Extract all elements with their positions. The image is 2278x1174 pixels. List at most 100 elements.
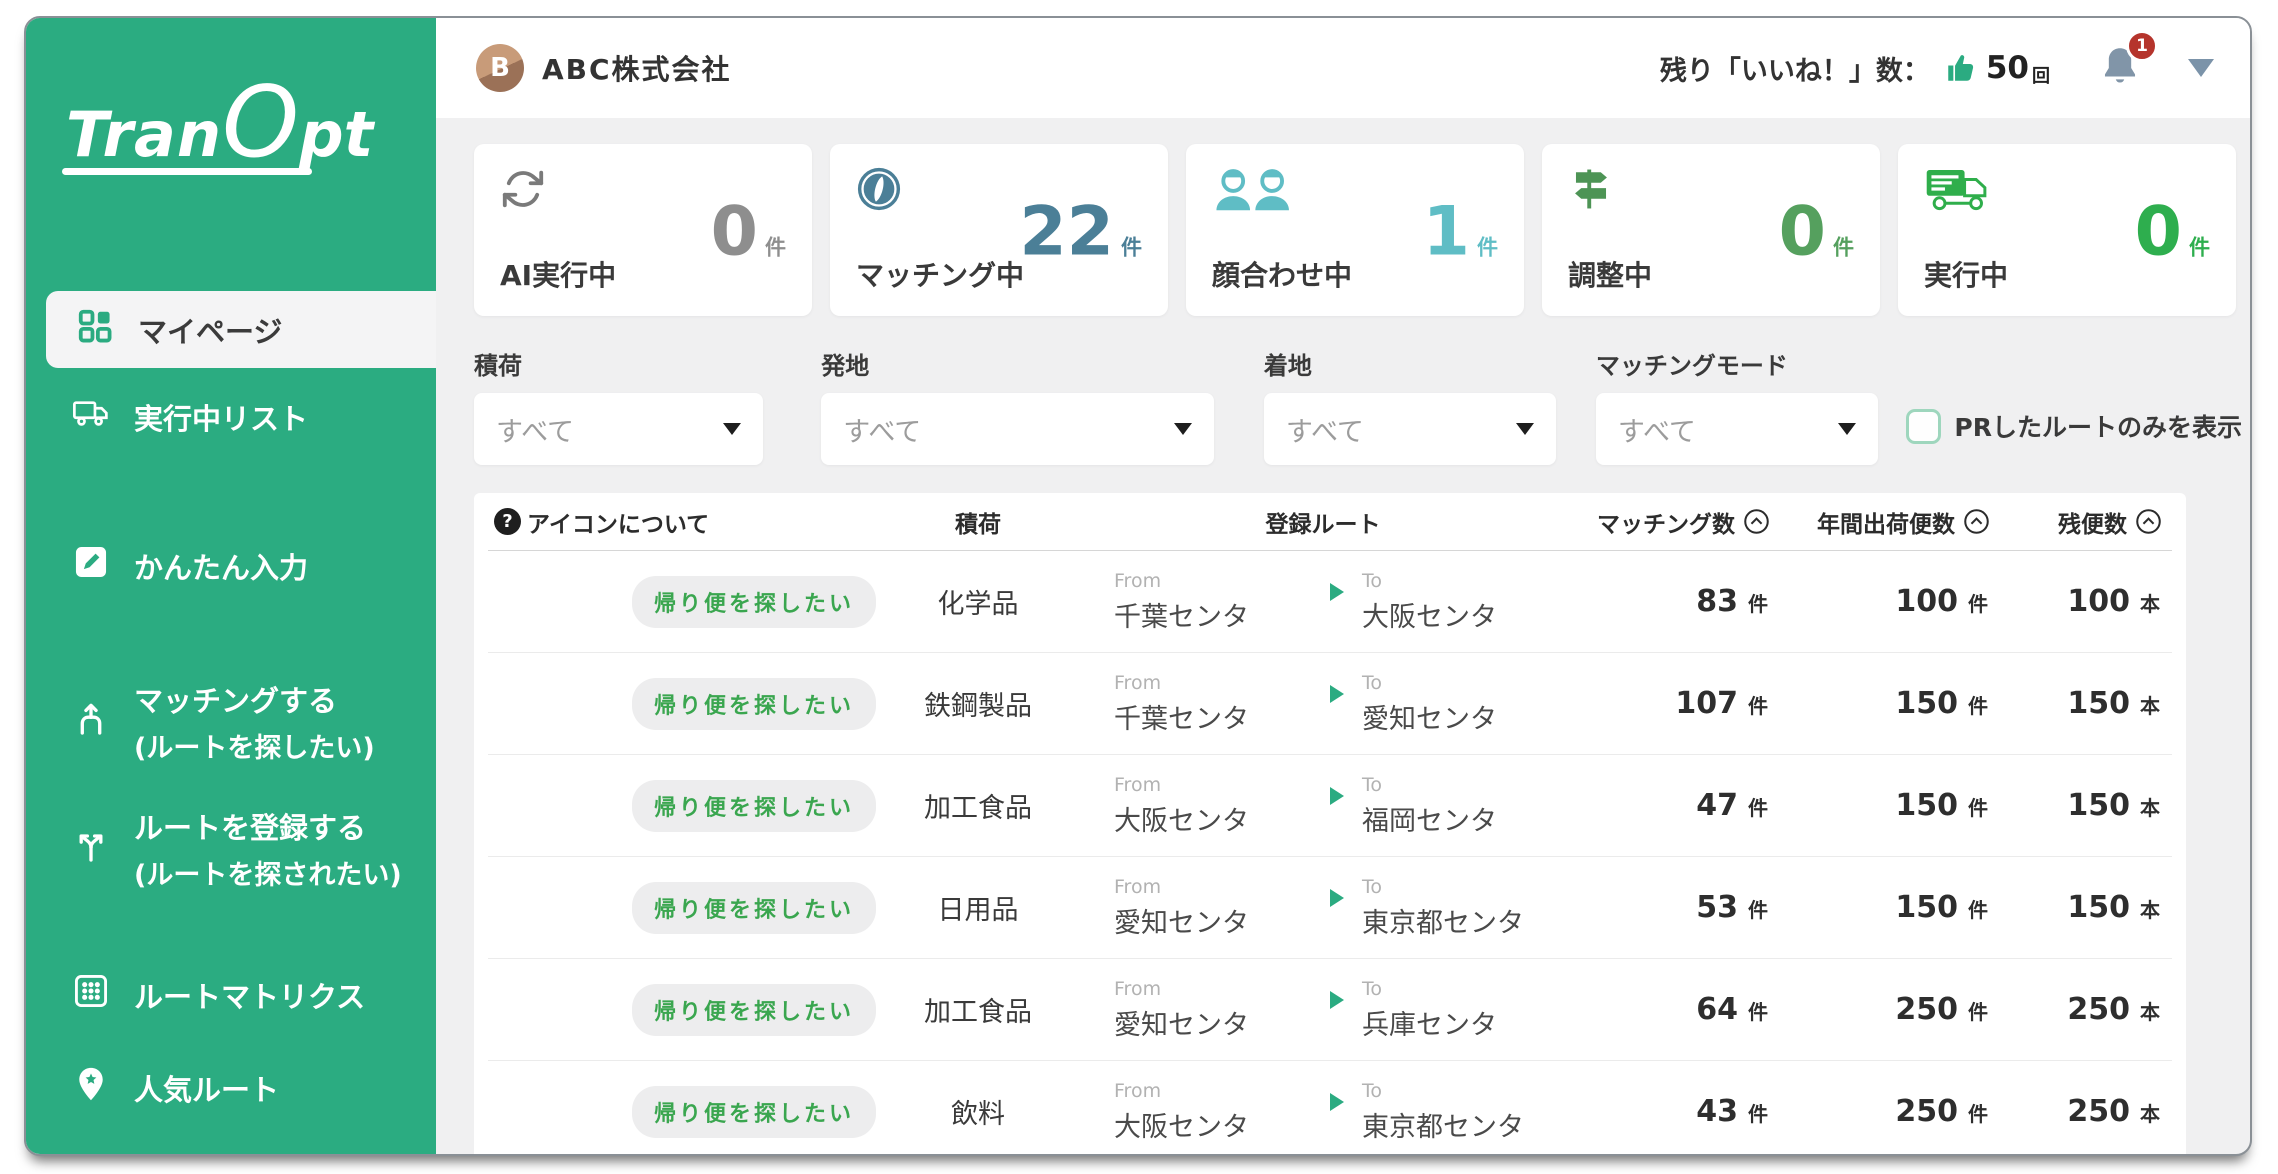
- route-arrow-icon: [1330, 583, 1344, 601]
- company-avatar: B: [476, 44, 524, 92]
- route-arrow-icon: [1330, 991, 1344, 1009]
- sidebar-item-label: マッチングする: [134, 684, 337, 718]
- sort-chevron-icon[interactable]: [1963, 508, 1990, 535]
- status-badge: 帰り便を探したい: [632, 882, 876, 934]
- annual-value: 150: [1895, 686, 1958, 721]
- chevron-down-icon: [1516, 423, 1534, 435]
- sidebar-item-running-list[interactable]: 実行中リスト: [26, 378, 436, 455]
- route-to: 大阪センタ: [1362, 595, 1578, 634]
- status-card-label: AI実行中: [500, 254, 616, 294]
- matrix-grid-icon: [72, 972, 110, 1017]
- bell-icon: [2098, 73, 2142, 92]
- route-from: 千葉センタ: [1114, 697, 1330, 736]
- route-to: 愛知センタ: [1362, 697, 1578, 736]
- status-card-unit: 件: [2189, 232, 2210, 262]
- truck-icon: [72, 394, 110, 439]
- sidebar-item-label: かんたん入力: [134, 545, 308, 587]
- status-card-value: 0: [1779, 199, 1826, 267]
- filter-bar: 積荷 すべて 発地 すべて 着地 すべて マッチングモード すべて PRし: [474, 346, 2242, 465]
- column-header-cargo: 積荷: [888, 505, 1068, 539]
- column-header-icon-info: アイコンについて: [527, 505, 709, 539]
- sidebar-item-popular-routes[interactable]: 人気ルート: [26, 1049, 436, 1126]
- status-badge: 帰り便を探したい: [632, 678, 876, 730]
- top-bar: B ABC株式会社 残り「いいね！」数： 50 回 1: [436, 18, 2250, 118]
- matching-mode-select[interactable]: すべて: [1596, 393, 1879, 465]
- table-row[interactable]: 帰り便を探したい 加工食品 From大阪センタ To福岡センタ 47件 150件…: [488, 755, 2172, 857]
- cargo-cell: 飲料: [888, 1092, 1068, 1131]
- route-to: 東京都センタ: [1362, 1105, 1578, 1144]
- origin-select[interactable]: すべて: [821, 393, 1214, 465]
- status-card-value: 0: [2135, 199, 2182, 267]
- route-arrow-icon: [1330, 787, 1344, 805]
- route-arrow-icon: [1330, 685, 1344, 703]
- status-card-adjusting[interactable]: 調整中 0件: [1542, 144, 1880, 316]
- table-row[interactable]: 帰り便を探したい 日用品 From愛知センタ To東京都センタ 53件 150件…: [488, 857, 2172, 959]
- sort-chevron-icon[interactable]: [2135, 508, 2162, 535]
- matches-value: 64: [1696, 992, 1738, 1027]
- remaining-value: 250: [2067, 992, 2130, 1027]
- filter-label: 着地: [1264, 346, 1556, 381]
- table-header-row: ? アイコンについて 積荷 登録ルート マッチング数 年間出荷便数 残便数: [488, 493, 2172, 551]
- sidebar-item-label: 人気ルート: [134, 1067, 279, 1109]
- account-menu-caret-icon[interactable]: [2188, 59, 2214, 77]
- table-row[interactable]: 帰り便を探したい 飲料 From大阪センタ To東京都センタ 43件 250件 …: [488, 1061, 2172, 1154]
- status-badge: 帰り便を探したい: [632, 780, 876, 832]
- status-card-executing[interactable]: 実行中 0件: [1898, 144, 2236, 316]
- route-cell: From千葉センタ To大阪センタ: [1068, 570, 1578, 634]
- chevron-down-icon: [1838, 423, 1856, 435]
- cargo-cell: 加工食品: [888, 786, 1068, 825]
- help-icon[interactable]: ?: [494, 508, 521, 535]
- company-name: ABC株式会社: [542, 48, 732, 88]
- table-row[interactable]: 帰り便を探したい 鉄鋼製品 From千葉センタ To愛知センタ 107件 150…: [488, 653, 2172, 755]
- route-arrow-icon: [1330, 1093, 1344, 1111]
- status-card-unit: 件: [1833, 232, 1854, 262]
- table-row[interactable]: 帰り便を探したい 加工食品 From愛知センタ To兵庫センタ 64件 250件…: [488, 959, 2172, 1061]
- annual-value: 250: [1895, 992, 1958, 1027]
- status-card-unit: 件: [765, 232, 786, 262]
- status-card-label: 実行中: [1924, 254, 2008, 294]
- notification-badge: 1: [2126, 30, 2158, 62]
- route-cell: From千葉センタ To愛知センタ: [1068, 672, 1578, 736]
- route-to: 福岡センタ: [1362, 799, 1578, 838]
- status-card-matching[interactable]: マッチング中 22件: [830, 144, 1168, 316]
- sort-chevron-icon[interactable]: [1743, 508, 1770, 535]
- route-cell: From大阪センタ To福岡センタ: [1068, 774, 1578, 838]
- route-to: 兵庫センタ: [1362, 1003, 1578, 1042]
- sidebar-item-easy-input[interactable]: かんたん入力: [26, 527, 436, 604]
- notifications-button[interactable]: 1: [2098, 44, 2142, 92]
- filter-label: マッチングモード: [1596, 346, 1879, 381]
- column-header-matches: マッチング数: [1597, 505, 1735, 539]
- status-card-meeting[interactable]: 顔合わせ中 1件: [1186, 144, 1524, 316]
- matches-value: 53: [1696, 890, 1738, 925]
- route-cell: From愛知センタ To東京都センタ: [1068, 876, 1578, 940]
- annual-value: 150: [1895, 890, 1958, 925]
- filter-destination: 着地 すべて: [1264, 346, 1556, 465]
- cargo-select[interactable]: すべて: [474, 393, 763, 465]
- sidebar-item-matching[interactable]: マッチングする (ルートを探したい): [26, 662, 436, 781]
- chevron-down-icon: [1174, 423, 1192, 435]
- sidebar-item-label: ルートマトリクス: [134, 974, 365, 1016]
- table-row[interactable]: 帰り便を探したい 化学品 From千葉センタ To大阪センタ 83件 100件 …: [488, 551, 2172, 653]
- logo-text: Tran: [66, 98, 222, 171]
- route-cell: From大阪センタ To東京都センタ: [1068, 1080, 1578, 1144]
- destination-select[interactable]: すべて: [1264, 393, 1556, 465]
- sidebar: TranOpt マイページ 実行中リスト かんたん入力: [26, 18, 436, 1154]
- sidebar-item-route-matrix[interactable]: ルートマトリクス: [26, 956, 436, 1033]
- sidebar-item-mypage[interactable]: マイページ: [46, 291, 436, 368]
- route-from: 愛知センタ: [1114, 901, 1330, 940]
- route-from: 千葉センタ: [1114, 595, 1330, 634]
- cargo-cell: 加工食品: [888, 990, 1068, 1029]
- filter-matching-mode: マッチングモード すべて: [1596, 346, 1879, 465]
- merge-arrow-icon: [72, 699, 110, 744]
- content-area: AI実行中 0件 マッチング中 22件 顔合わせ中 1件: [436, 118, 2250, 1154]
- status-card-unit: 件: [1121, 232, 1142, 262]
- filter-label: 発地: [821, 346, 1214, 381]
- routes-table: ? アイコンについて 積荷 登録ルート マッチング数 年間出荷便数 残便数: [474, 493, 2186, 1154]
- remaining-value: 150: [2067, 890, 2130, 925]
- route-from: 大阪センタ: [1114, 799, 1330, 838]
- sidebar-item-register-route[interactable]: ルートを登録する (ルートを探されたい): [26, 789, 436, 908]
- remaining-value: 100: [2067, 584, 2130, 619]
- cargo-cell: 化学品: [888, 582, 1068, 621]
- status-card-ai-running[interactable]: AI実行中 0件: [474, 144, 812, 316]
- pr-only-checkbox[interactable]: [1906, 409, 1941, 444]
